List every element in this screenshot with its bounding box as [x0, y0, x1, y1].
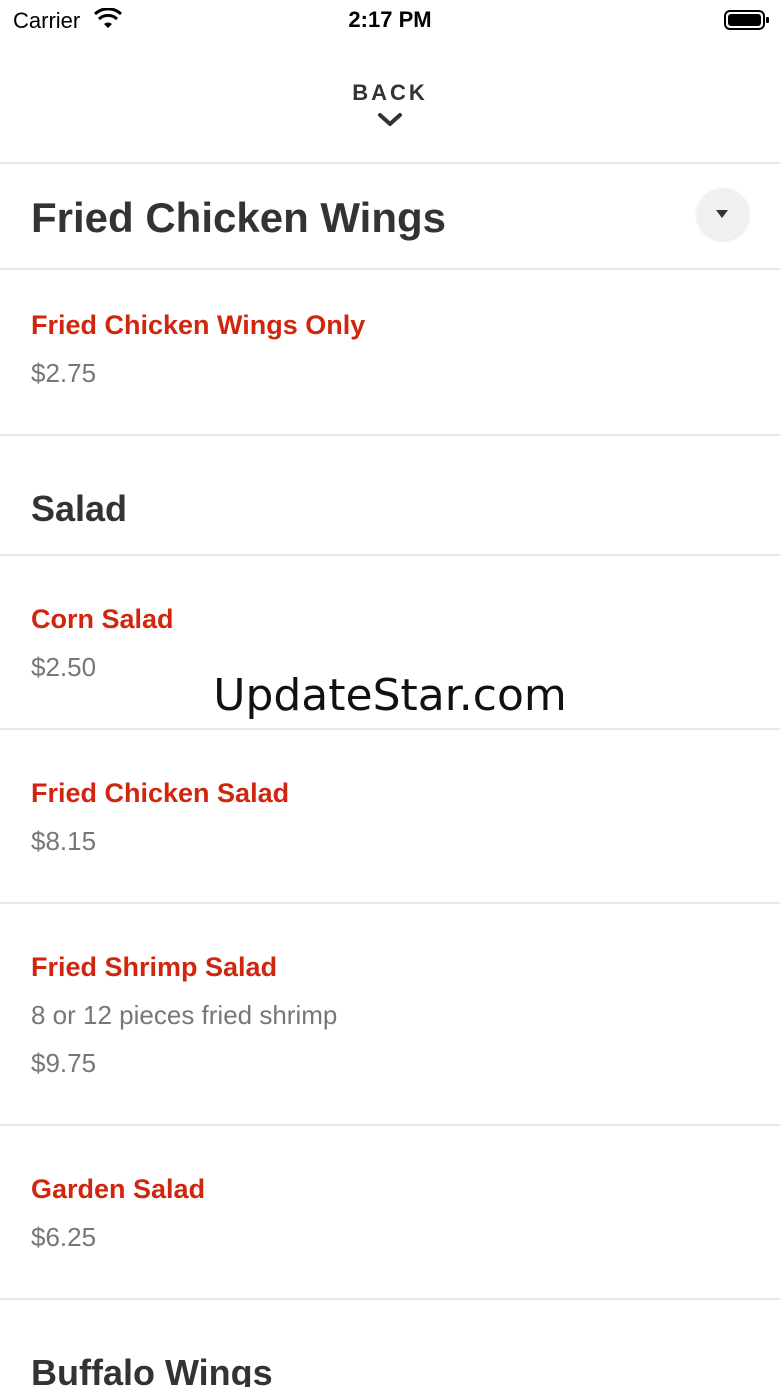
back-button[interactable]: BACK [0, 70, 780, 162]
item-name: Corn Salad [31, 604, 174, 634]
section-title: Salad [31, 488, 128, 529]
watermark: UpdateStar.com [213, 670, 567, 721]
item-name: Fried Shrimp Salad [31, 952, 278, 982]
section-title: Fried Chicken Wings [31, 194, 447, 241]
item-name: Garden Salad [31, 1174, 206, 1204]
item-description: 8 or 12 pieces fried shrimp [31, 1000, 338, 1030]
status-time: 2:17 PM [348, 7, 432, 32]
back-label: BACK [352, 80, 428, 105]
item-name: Fried Chicken Wings Only [31, 310, 366, 340]
chevron-down-icon [378, 113, 402, 126]
caret-down-icon [716, 210, 728, 218]
item-price: $6.25 [31, 1222, 97, 1252]
section-header-buffalo-wings[interactable]: Buffalo Wings [0, 1300, 780, 1387]
menu-item-garden-salad[interactable]: Garden Salad $6.25 [0, 1126, 780, 1298]
menu-item-fried-shrimp-salad[interactable]: Fried Shrimp Salad 8 or 12 pieces fried … [0, 904, 780, 1124]
collapse-button[interactable] [697, 188, 749, 240]
item-price: $8.15 [31, 826, 97, 856]
section-title: Buffalo Wings [31, 1352, 273, 1387]
status-bar: Carrier 2:17 PM [0, 0, 780, 40]
section-header-salad[interactable]: Salad [0, 436, 780, 554]
section-header-fried-chicken-wings[interactable]: Fried Chicken Wings [0, 164, 780, 268]
menu-item-fried-chicken-salad[interactable]: Fried Chicken Salad $8.15 [0, 730, 780, 902]
item-name: Fried Chicken Salad [31, 778, 290, 808]
item-price: $9.75 [31, 1048, 97, 1078]
battery-icon [724, 10, 769, 30]
menu-item-fried-chicken-wings-only[interactable]: Fried Chicken Wings Only $2.75 [0, 270, 780, 434]
item-price: $2.75 [31, 358, 97, 388]
